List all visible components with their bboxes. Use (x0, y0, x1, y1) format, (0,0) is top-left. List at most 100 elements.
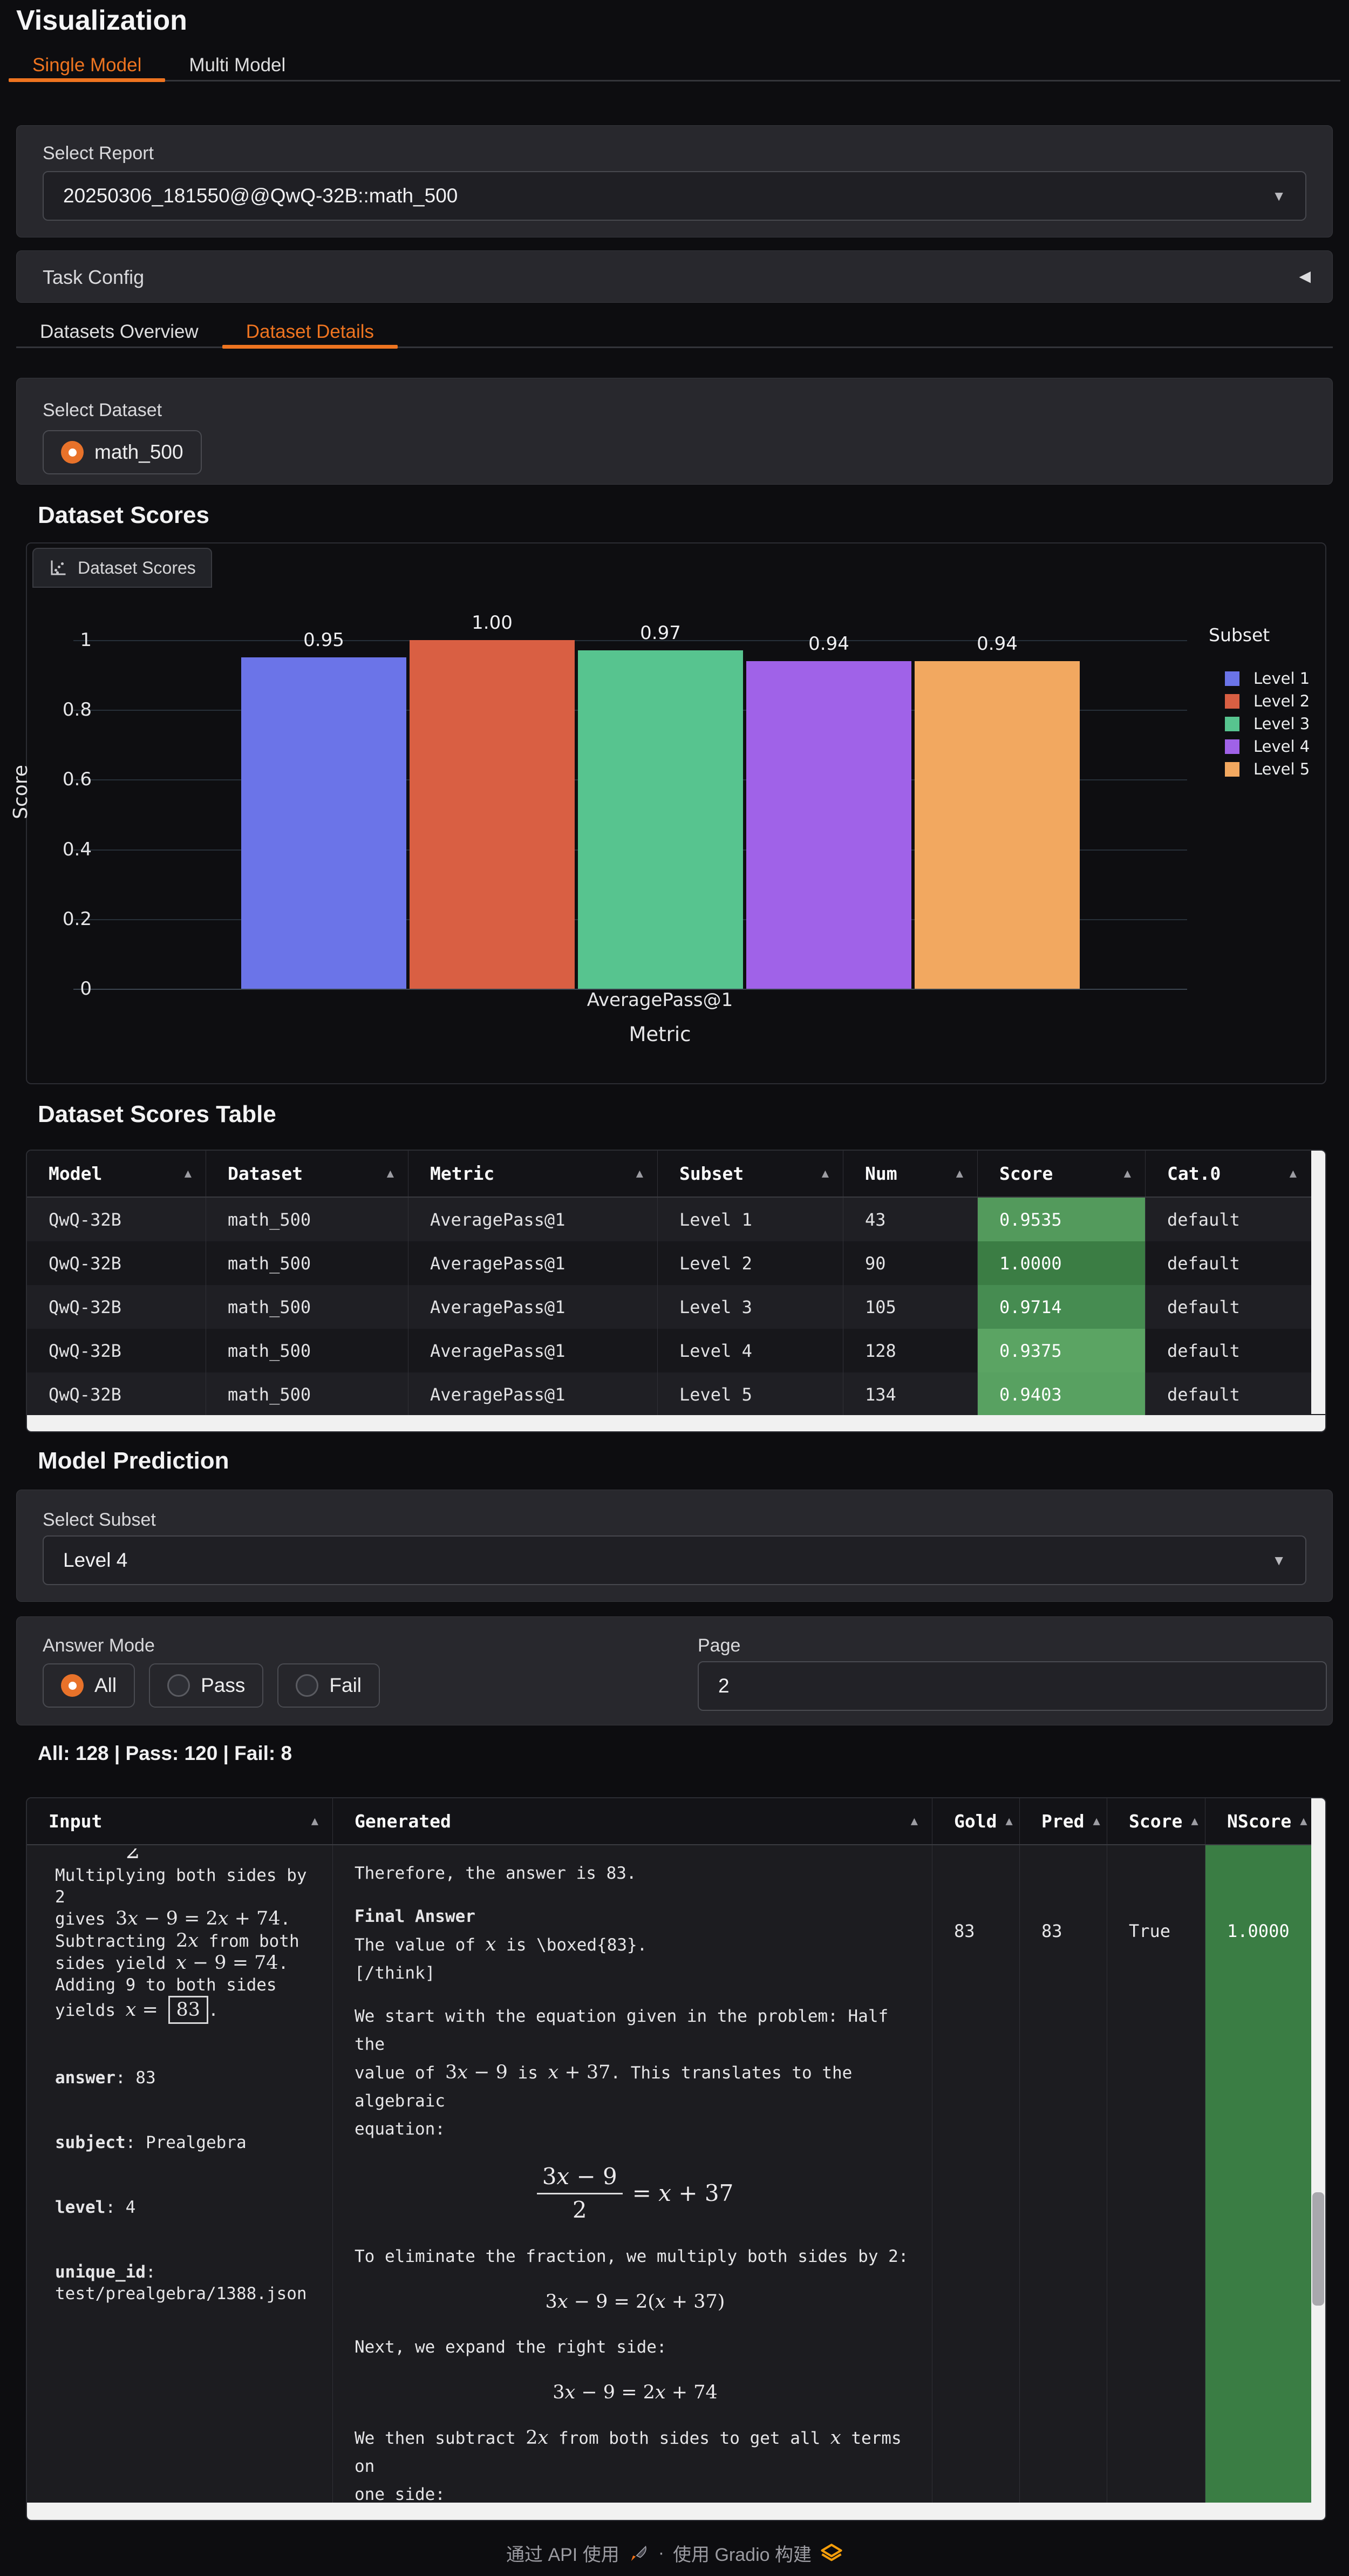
footer-api-link[interactable]: 通过 API 使用 (506, 2540, 619, 2566)
column-header-model[interactable]: Model▲ (27, 1151, 206, 1197)
answer-mode-option-fail[interactable]: Fail (277, 1663, 380, 1708)
centered-equation: 3x − 9 = 2x + 74 (355, 2376, 916, 2409)
sort-arrow-icon: ▲ (1084, 1814, 1100, 1828)
column-header-subset[interactable]: Subset▲ (657, 1151, 843, 1197)
cell-metric: AveragePass@1 (408, 1372, 657, 1416)
text-line: gives 3x − 9 = 2x + 74. (55, 1908, 322, 1930)
legend-label: Level 5 (1253, 760, 1310, 778)
sort-arrow-icon: ▲ (813, 1167, 829, 1180)
legend-item-level-4[interactable]: Level 4 (1225, 737, 1310, 756)
cell-num: 134 (843, 1372, 977, 1416)
page-input[interactable]: 2 (698, 1661, 1327, 1711)
y-tick-label: 0.8 (32, 699, 92, 721)
table-row: QwQ-32Bmath_500AveragePass@1Level 2901.0… (27, 1241, 1325, 1285)
cell-dataset: math_500 (206, 1285, 408, 1329)
sort-arrow-icon: ▲ (1281, 1167, 1297, 1180)
column-header-score[interactable]: Score▲ (1107, 1798, 1205, 1844)
tab-dataset-details[interactable]: Dataset Details (222, 317, 398, 346)
legend-label: Level 3 (1253, 715, 1310, 733)
column-header-nscore[interactable]: NScore▲ (1205, 1798, 1311, 1844)
cell-input: 3x − 92= x + 37Multiplying both sides by… (27, 1845, 332, 2504)
rocket-icon (628, 2543, 650, 2564)
answer-mode-option-pass[interactable]: Pass (149, 1663, 263, 1708)
sort-arrow-icon: ▲ (378, 1167, 394, 1180)
column-header-input[interactable]: Input▲ (27, 1798, 332, 1844)
column-header-num[interactable]: Num▲ (843, 1151, 977, 1197)
prediction-table: Input▲Generated▲Gold▲Pred▲Score▲NScore▲ … (26, 1797, 1326, 2521)
cell-generated: Therefore, the answer is 83.Final Answer… (332, 1845, 932, 2504)
column-header-cat0[interactable]: Cat.0▲ (1145, 1151, 1311, 1197)
legend-item-level-1[interactable]: Level 1 (1225, 669, 1310, 688)
model-prediction-heading: Model Prediction (38, 1447, 229, 1474)
radio-icon (296, 1674, 318, 1697)
dataset-scores-heading: Dataset Scores (38, 502, 209, 529)
tab-multi-model[interactable]: Multi Model (165, 51, 309, 80)
column-header-generated[interactable]: Generated▲ (332, 1798, 932, 1844)
select-dataset-panel: Select Dataset math_500 (16, 378, 1333, 485)
scrollbar-thumb[interactable] (1312, 2192, 1324, 2306)
vertical-scrollbar[interactable] (1311, 1151, 1325, 1414)
select-report-dropdown[interactable]: 20250306_181550@@QwQ-32B::math_500 ▼ (43, 171, 1306, 221)
text-line: subject: Prealgebra (55, 2132, 322, 2153)
select-report-label: Select Report (43, 143, 154, 164)
cell-cat0: default (1145, 1372, 1311, 1416)
select-subset-panel: Select Subset Level 4 ▼ (16, 1490, 1333, 1602)
legend-swatch-icon (1225, 717, 1239, 731)
select-subset-dropdown[interactable]: Level 4 ▼ (43, 1535, 1306, 1585)
footer-gradio-link[interactable]: 使用 Gradio 构建 (673, 2540, 812, 2566)
horizontal-scrollbar[interactable] (27, 1415, 1325, 1431)
sort-arrow-icon: ▲ (902, 1814, 918, 1828)
sort-arrow-icon: ▲ (1291, 1814, 1307, 1828)
tab-single-model[interactable]: Single Model (9, 51, 165, 80)
column-header-gold[interactable]: Gold▲ (932, 1798, 1019, 1844)
dataset-label: math_500 (94, 441, 183, 464)
legend-item-level-2[interactable]: Level 2 (1225, 692, 1310, 710)
sort-arrow-icon: ▲ (948, 1167, 963, 1180)
paragraph-gap (355, 1887, 916, 1902)
dataset-tabs: Datasets OverviewDataset Details (16, 317, 1333, 348)
sort-arrow-icon: ▲ (997, 1814, 1012, 1828)
cell-dataset: math_500 (206, 1241, 408, 1285)
page-value: 2 (718, 1675, 730, 1697)
column-header-score[interactable]: Score▲ (977, 1151, 1145, 1197)
cell-cat0: default (1145, 1241, 1311, 1285)
column-header-dataset[interactable]: Dataset▲ (206, 1151, 408, 1197)
dataset-option-math_500[interactable]: math_500 (43, 430, 202, 474)
tab-datasets-overview[interactable]: Datasets Overview (16, 317, 222, 346)
chart-bar-level-4[interactable] (746, 661, 911, 989)
cell-model: QwQ-32B (27, 1285, 206, 1329)
model-mode-tabs: Single ModelMulti Model (9, 51, 1340, 81)
legend-item-level-3[interactable]: Level 3 (1225, 715, 1310, 733)
answer-mode-panel: Answer Mode AllPassFail Page 2 (16, 1616, 1333, 1725)
answer-mode-label: Answer Mode (43, 1635, 155, 1656)
cell-nscore: 1.0000 (1205, 1845, 1311, 2504)
table-row: QwQ-32Bmath_500AveragePass@1Level 31050.… (27, 1285, 1325, 1329)
column-header-metric[interactable]: Metric▲ (408, 1151, 657, 1197)
chart-bar-level-5[interactable] (915, 661, 1080, 989)
chart-bar-level-1[interactable] (241, 657, 406, 989)
cell-model: QwQ-32B (27, 1241, 206, 1285)
prediction-table-row: 3x − 92= x + 37Multiplying both sides by… (27, 1845, 1325, 2504)
table-row: QwQ-32Bmath_500AveragePass@1Level 51340.… (27, 1372, 1325, 1416)
app-root: Visualization Single ModelMulti Model Se… (0, 0, 1349, 2576)
answer-mode-option-all[interactable]: All (43, 1663, 135, 1708)
task-config-accordion[interactable]: Task Config ◀ (16, 250, 1333, 303)
column-header-pred[interactable]: Pred▲ (1019, 1798, 1107, 1844)
legend-item-level-5[interactable]: Level 5 (1225, 760, 1310, 778)
legend-label: Level 4 (1253, 737, 1310, 756)
pass-fail-counts: All: 128 | Pass: 120 | Fail: 8 (38, 1742, 292, 1765)
y-axis-label: Score (10, 765, 32, 819)
radio-icon (167, 1674, 190, 1697)
select-dataset-options: math_500 (43, 430, 202, 474)
chart-bar-level-3[interactable] (578, 650, 743, 989)
cell-dataset: math_500 (206, 1198, 408, 1241)
text-line: test/prealgebra/1388.json (55, 2283, 322, 2305)
sort-arrow-icon: ▲ (1182, 1814, 1198, 1828)
horizontal-scrollbar[interactable] (27, 2503, 1325, 2520)
select-report-value: 20250306_181550@@QwQ-32B::math_500 (63, 185, 458, 207)
fraction-equation: 3x − 92= x + 37 (355, 2156, 916, 2230)
bar-value-label: 0.94 (915, 633, 1080, 655)
chart-bar-level-2[interactable] (410, 640, 575, 989)
vertical-scrollbar[interactable] (1311, 1798, 1325, 2503)
table-row: QwQ-32Bmath_500AveragePass@1Level 41280.… (27, 1329, 1325, 1372)
